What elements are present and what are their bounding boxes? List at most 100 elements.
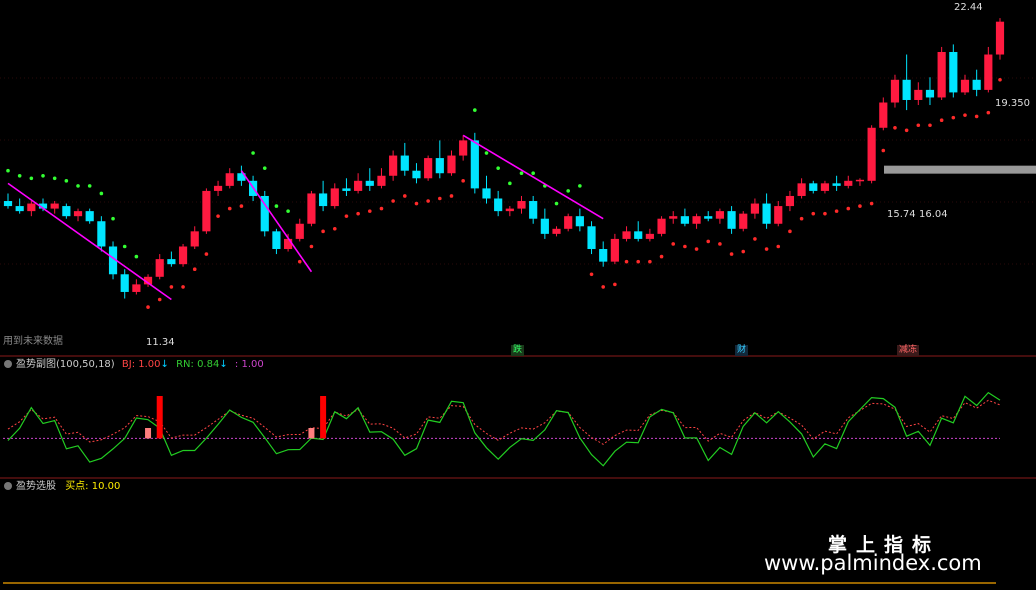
settings-icon[interactable] xyxy=(4,360,12,368)
support-dot xyxy=(974,114,979,119)
candle-body xyxy=(587,226,596,250)
resistance-dot xyxy=(6,168,10,173)
support-dot xyxy=(227,206,232,211)
support-dot xyxy=(192,267,197,272)
trendline xyxy=(7,182,172,301)
sub-indicator-title: 盈势副图(100,50,18) xyxy=(16,359,115,370)
watermark-url: www.palmindex.com xyxy=(764,551,982,575)
candle-body xyxy=(680,216,689,224)
resistance-dot xyxy=(554,201,559,206)
resistance-dot xyxy=(52,176,57,181)
candle-body xyxy=(622,231,631,239)
support-dot xyxy=(683,244,687,249)
support-dot xyxy=(753,237,757,241)
candle-body xyxy=(62,206,71,217)
candle-body xyxy=(785,195,795,207)
support-dot xyxy=(823,211,827,216)
support-dot xyxy=(403,194,407,198)
zone-left-label: 15.74 xyxy=(887,209,916,220)
candle-body xyxy=(879,102,888,128)
support-dot xyxy=(671,242,676,246)
candle-body xyxy=(750,203,760,214)
candle-body xyxy=(494,198,503,212)
resistance-dot xyxy=(473,108,477,112)
candle-body xyxy=(505,208,514,212)
support-dot xyxy=(799,216,804,221)
candle-body xyxy=(155,259,164,277)
support-dot xyxy=(309,244,314,249)
support-dot xyxy=(706,239,711,244)
resistance-dot xyxy=(531,171,535,176)
support-dot xyxy=(636,259,641,264)
support-dot xyxy=(204,252,209,256)
candle-body xyxy=(15,206,24,212)
support-dot xyxy=(998,77,1002,82)
candle-body xyxy=(272,231,281,250)
candle-body xyxy=(389,155,398,176)
resistance-dot xyxy=(111,216,115,221)
support-dot xyxy=(928,123,932,128)
bj-value: BJ: 1.00 xyxy=(121,359,161,370)
support-dot xyxy=(741,249,746,254)
resistance-dot xyxy=(87,184,92,188)
down-arrow-icon: ↓ xyxy=(160,359,169,370)
future-data-label: 用到未来数据 xyxy=(3,336,63,347)
candle-body xyxy=(424,158,433,179)
candle-body xyxy=(925,89,935,98)
support-dot xyxy=(169,285,174,289)
candle-body xyxy=(844,180,853,186)
candle-body xyxy=(167,259,176,265)
event-label-1: 跌 xyxy=(511,345,525,356)
candle-body xyxy=(190,231,199,247)
candle-body xyxy=(540,218,549,234)
support-dot xyxy=(694,247,699,251)
candle-body xyxy=(412,170,421,179)
candle-body xyxy=(692,216,701,224)
support-dot xyxy=(356,211,360,216)
selector-title: 盈势选股 xyxy=(16,481,56,492)
support-dot xyxy=(893,125,897,130)
support-dot xyxy=(449,194,454,198)
resistance-dot xyxy=(99,191,104,196)
candle-body xyxy=(995,21,1005,55)
buy-point-value: 买点: 10.00 xyxy=(65,481,121,492)
resistance-dot xyxy=(286,209,290,213)
resistance-dot xyxy=(519,171,524,176)
candle-body xyxy=(669,216,678,219)
candle-body xyxy=(949,51,958,93)
support-dot xyxy=(601,285,605,289)
settings-icon[interactable] xyxy=(4,482,12,490)
candle-body xyxy=(213,185,223,191)
resistance-dot xyxy=(566,189,570,193)
candle-body xyxy=(657,218,666,234)
down-arrow-icon: ↓ xyxy=(219,359,228,370)
support-dot xyxy=(881,148,886,153)
support-dot xyxy=(181,285,185,289)
resistance-dot xyxy=(76,184,80,188)
trendline xyxy=(240,170,313,273)
support-dot xyxy=(718,242,722,246)
candle-body xyxy=(715,211,724,219)
candle-body xyxy=(132,284,141,292)
support-dot xyxy=(297,259,302,264)
candle-body xyxy=(727,211,736,229)
support-dot xyxy=(344,214,349,218)
event-label-2: 财 xyxy=(735,345,749,356)
signal-bar xyxy=(308,428,315,439)
support-dot xyxy=(834,209,839,213)
support-dot xyxy=(811,211,816,216)
resistance-dot xyxy=(64,179,69,183)
candle-body xyxy=(354,180,363,191)
third-value: : 1.00 xyxy=(234,359,264,370)
last-low-label: 19.350 xyxy=(995,98,1030,109)
candle-body xyxy=(914,89,923,100)
rn-value: RN: 0.84 xyxy=(176,359,220,370)
candle-body xyxy=(797,183,806,196)
candle-body xyxy=(365,180,374,186)
candle-body xyxy=(295,223,304,239)
candle-body xyxy=(284,238,293,250)
candle-body xyxy=(634,231,643,239)
candle-body xyxy=(937,51,946,98)
zone-right-label: 16.04 xyxy=(919,209,948,220)
candle-body xyxy=(307,193,316,224)
